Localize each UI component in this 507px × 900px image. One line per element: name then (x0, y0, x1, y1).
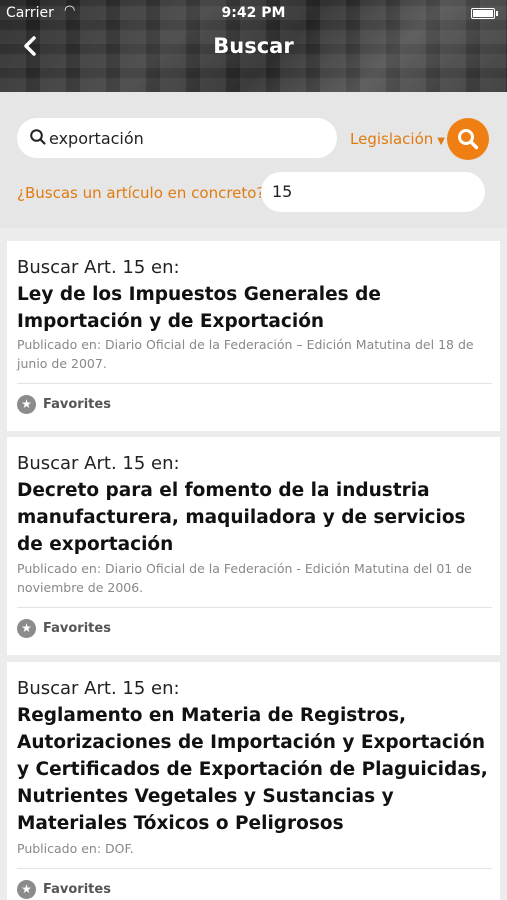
article-number-input[interactable]: 15 (261, 172, 485, 212)
star-icon: ★ (17, 395, 36, 414)
result-prefix: Buscar Art. 15 en: (17, 453, 180, 474)
result-published: Publicado en: Diario Oficial de la Feder… (17, 561, 472, 595)
favorites-button[interactable]: ★ Favorites (17, 395, 111, 414)
divider (17, 383, 492, 384)
divider (17, 868, 492, 869)
legislation-filter-dropdown[interactable]: Legislación ▼ (350, 130, 445, 148)
result-title: Decreto para el fomento de la industria … (17, 480, 466, 555)
result-published: Publicado en: Diario Oficial de la Feder… (17, 337, 474, 371)
article-number-value: 15 (272, 182, 293, 201)
search-panel: exportación Legislación ▼ ¿Buscas un artí… (0, 92, 507, 228)
favorites-label: Favorites (43, 397, 111, 412)
result-published: Publicado en: DOF. (17, 841, 134, 856)
star-icon: ★ (17, 880, 36, 899)
search-query: exportación (49, 129, 144, 148)
result-prefix: Buscar Art. 15 en: (17, 678, 180, 699)
favorites-label: Favorites (43, 621, 111, 636)
result-card[interactable]: Buscar Art. 15 en: Ley de los Impuestos … (7, 241, 500, 431)
result-card[interactable]: Buscar Art. 15 en: Reglamento en Materia… (7, 662, 500, 900)
divider (17, 607, 492, 608)
header-bar: Carrier ◠ 9:42 PM Buscar (0, 0, 507, 92)
result-title: Ley de los Impuestos Generales de Import… (17, 284, 381, 332)
search-icon (30, 129, 46, 145)
result-card[interactable]: Buscar Art. 15 en: Decreto para el fomen… (7, 437, 500, 655)
result-title: Reglamento en Materia de Registros, Auto… (17, 705, 488, 834)
search-button[interactable] (447, 118, 489, 160)
filter-label: Legislación (350, 130, 434, 148)
clock: 9:42 PM (221, 5, 286, 21)
search-icon (458, 129, 479, 150)
star-icon: ★ (17, 619, 36, 638)
caret-down-icon: ▼ (437, 136, 445, 147)
favorites-button[interactable]: ★ Favorites (17, 880, 111, 899)
article-search-prompt[interactable]: ¿Buscas un artículo en concreto? (17, 184, 264, 202)
status-bar: Carrier ◠ 9:42 PM (0, 3, 507, 23)
page-title: Buscar (213, 34, 294, 58)
battery-icon (471, 8, 498, 19)
favorites-button[interactable]: ★ Favorites (17, 619, 111, 638)
result-prefix: Buscar Art. 15 en: (17, 257, 180, 278)
favorites-label: Favorites (43, 882, 111, 897)
search-input[interactable]: exportación (17, 118, 337, 158)
